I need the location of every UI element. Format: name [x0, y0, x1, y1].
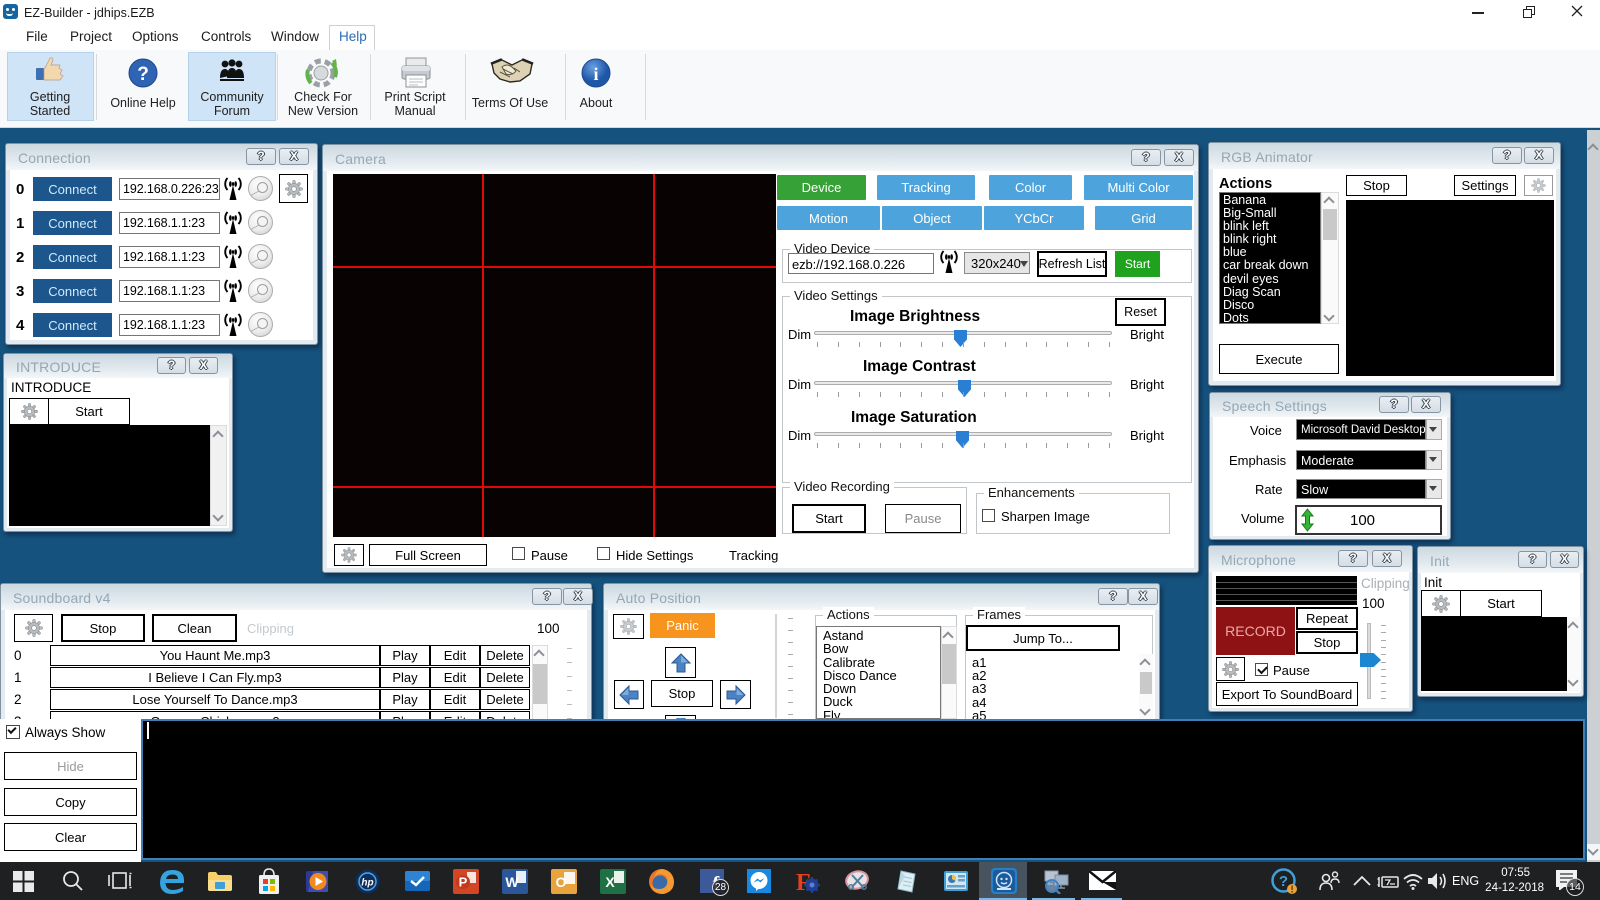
svg-text:hp: hp [361, 878, 373, 889]
svg-text:i: i [593, 64, 598, 84]
svg-text:?: ? [1279, 873, 1288, 890]
svg-text:W: W [505, 874, 519, 890]
svg-text:O: O [556, 874, 567, 890]
svg-text:P: P [459, 875, 468, 890]
svg-text:X: X [605, 874, 615, 890]
svg-text:?: ? [137, 64, 149, 85]
